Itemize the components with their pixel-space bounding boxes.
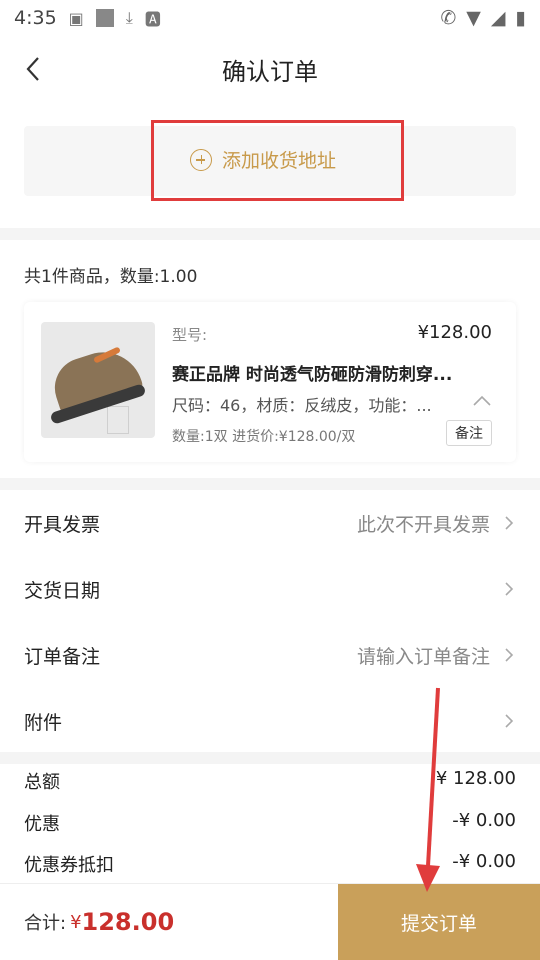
total-value: ¥ 128.00 (435, 768, 516, 789)
chevron-up-icon[interactable] (472, 394, 492, 408)
total-label: 总额 (24, 772, 60, 793)
image-icon: ▣ (68, 8, 84, 28)
chevron-right-icon (505, 582, 514, 596)
wifi-icon: ▼ (466, 7, 481, 29)
discount-label: 优惠 (24, 814, 60, 835)
delivery-date-row[interactable]: 交货日期 (0, 556, 540, 622)
row-value: 请输入订单备注 (356, 645, 490, 668)
notification-square-icon (95, 9, 114, 27)
chevron-right-icon (505, 714, 514, 728)
product-price: ¥128.00 (417, 322, 492, 343)
goods-summary: 共1件商品，数量:1.00 (24, 267, 198, 287)
row-label: 交货日期 (24, 579, 101, 602)
attachment-row[interactable]: 附件 (0, 688, 540, 754)
product-name: 赛正品牌 时尚透气防砸防滑防刺穿... (172, 365, 453, 385)
row-label: 订单备注 (24, 645, 101, 668)
download-icon: ⤓ (125, 8, 133, 27)
status-time: 4:35 (14, 7, 57, 29)
sum-amount: 128.00 (81, 908, 175, 936)
totals-section: 总额 ¥ 128.00 优惠 -¥ 0.00 优惠券抵扣 -¥ 0.00 (0, 764, 540, 884)
back-arrow-icon (26, 57, 39, 81)
chevron-right-icon (505, 648, 514, 662)
signal-icon: ◢ (490, 7, 506, 29)
add-address-label: 添加收货地址 (222, 150, 337, 172)
discount-row: 优惠 -¥ 0.00 (24, 810, 516, 836)
call-icon: ✆ (440, 7, 457, 29)
row-label: 开具发票 (24, 513, 101, 536)
font-icon: 🅰 (144, 10, 161, 29)
item-note-button[interactable]: 备注 (446, 420, 492, 446)
goods-section: 共1件商品，数量:1.00 型号: ¥128.00 赛正品牌 时尚透气防砸防滑防… (0, 240, 540, 478)
battery-icon: ▮ (515, 7, 526, 29)
quantity-price-line: 数量:1双 进货价:¥128.00/双 (172, 429, 356, 445)
product-card[interactable]: 型号: ¥128.00 赛正品牌 时尚透气防砸防滑防刺穿... 尺码：46，材质… (24, 302, 516, 462)
product-spec: 尺码：46，材质：反绒皮，功能：... (172, 396, 432, 415)
coupon-label: 优惠券抵扣 (24, 855, 114, 876)
order-options: 开具发票 此次不开具发票 交货日期 订单备注 请输入订单备注 附件 (0, 490, 540, 752)
sum-label: 合计: (24, 913, 67, 934)
product-image (41, 322, 155, 438)
plus-circle-icon (190, 148, 212, 171)
order-note-row[interactable]: 订单备注 请输入订单备注 (0, 622, 540, 688)
sum-currency: ¥ (70, 911, 82, 933)
coupon-row: 优惠券抵扣 -¥ 0.00 (24, 851, 516, 877)
coupon-value: -¥ 0.00 (452, 851, 516, 872)
page-title: 确认订单 (222, 57, 318, 86)
row-label: 附件 (24, 711, 63, 734)
submit-order-button[interactable]: 提交订单 (338, 884, 540, 960)
row-value: 此次不开具发票 (356, 513, 490, 536)
invoice-row[interactable]: 开具发票 此次不开具发票 (0, 490, 540, 556)
total-row: 总额 ¥ 128.00 (24, 768, 516, 794)
back-button[interactable] (18, 52, 50, 86)
status-bar: 4:35 ▣ ⤓ 🅰 ✆ ▼ ◢ ▮ (0, 0, 540, 36)
header: 确认订单 (0, 36, 540, 102)
add-address-button[interactable]: 添加收货地址 (190, 146, 336, 173)
bottom-bar: 合计: ¥ 128.00 提交订单 (0, 883, 540, 960)
discount-value: -¥ 0.00 (452, 810, 516, 831)
chevron-right-icon (505, 516, 514, 530)
model-label: 型号: (172, 326, 208, 344)
